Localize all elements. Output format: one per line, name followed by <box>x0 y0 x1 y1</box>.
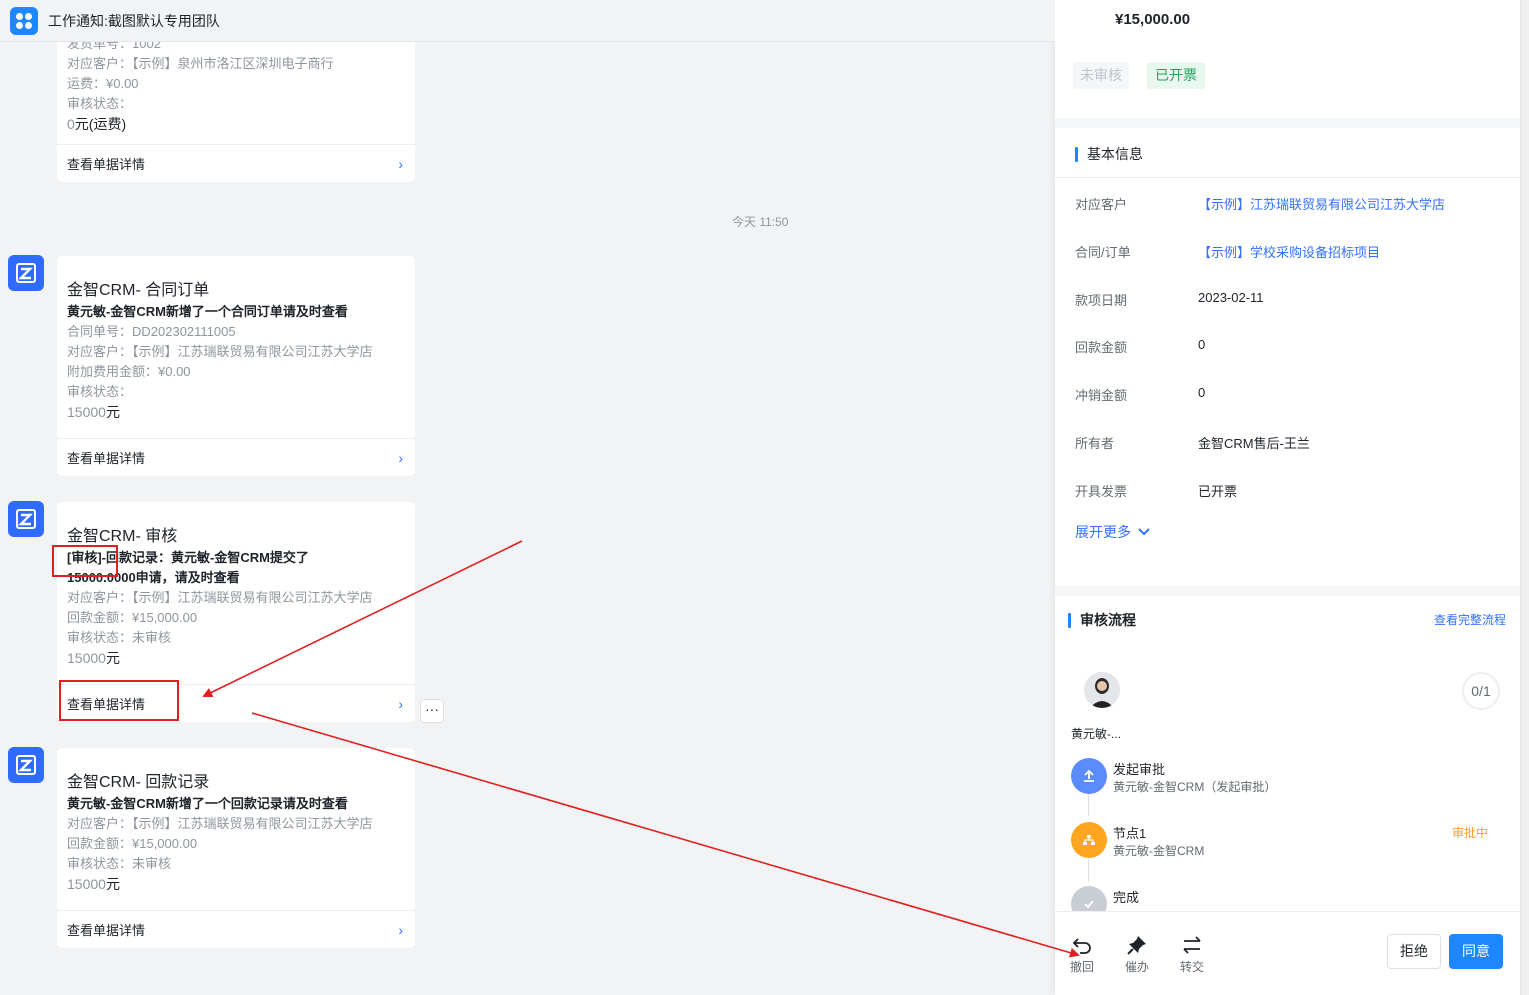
card-row: 对应客户：【示例】江苏瑞联贸易有限公司江苏大学店 <box>67 816 373 831</box>
crm-bot-avatar[interactable] <box>8 255 44 291</box>
view-full-flow-link[interactable]: 查看完整流程 <box>1434 611 1506 628</box>
divider <box>1055 177 1520 178</box>
scrollbar[interactable] <box>1520 0 1529 995</box>
step-initiate-icon <box>1071 758 1107 794</box>
field-value: 2023-02-11 <box>1198 290 1264 305</box>
card-row: 对应客户：【示例】江苏瑞联贸易有限公司江苏大学店 <box>67 344 373 359</box>
undo-icon <box>1072 938 1091 954</box>
view-details-link[interactable]: 查看单据详情 › <box>57 438 415 476</box>
approver-name: 黄元敏-... <box>1071 727 1121 741</box>
card-summary: 黄元敏-金智CRM新增了一个回款记录请及时查看 <box>67 796 348 811</box>
step-connector <box>1088 794 1089 816</box>
step-node-icon <box>1071 822 1107 858</box>
step-subtitle: 黄元敏-金智CRM <box>1113 844 1205 858</box>
field-label: 款项日期 <box>1075 293 1128 308</box>
card-row: 对应客户：【示例】江苏瑞联贸易有限公司江苏大学店 <box>67 590 373 605</box>
step-status-pending: 审批中 <box>1452 826 1489 840</box>
card-amount: 15000元 <box>67 876 120 892</box>
field-label: 回款金额 <box>1075 340 1128 355</box>
chat-header: 工作通知:截图默认专用团队 <box>0 0 1055 42</box>
field-value: 0 <box>1198 385 1206 400</box>
step-subtitle: 黄元敏-金智CRM（发起审批） <box>1113 780 1277 794</box>
annotation-box-review-tag <box>52 545 118 577</box>
chevron-down-icon <box>1138 528 1150 536</box>
card-title: 金智CRM- 合同订单 <box>67 282 210 299</box>
section-title-basic-info: 基本信息 <box>1075 144 1143 164</box>
card-row: 回款金额：¥15,000.00 <box>67 836 198 851</box>
annotation-box-view-details <box>59 680 179 721</box>
expand-more-button[interactable]: 展开更多 <box>1075 522 1151 542</box>
chevron-right-icon: › <box>398 449 403 466</box>
status-badge-invoiced: 已开票 <box>1147 62 1205 89</box>
field-label: 对应客户 <box>1075 197 1128 212</box>
detail-panel: ¥15,000.00 未审核 已开票 基本信息 对应客户 【示例】江苏瑞联贸易有… <box>1055 0 1520 995</box>
field-label: 合同/订单 <box>1075 245 1131 260</box>
card-row: 回款金额：¥15,000.00 <box>67 610 198 625</box>
card-summary: 黄元敏-金智CRM新增了一个合同订单请及时查看 <box>67 304 348 319</box>
section-title-approval-flow: 审核流程 <box>1068 610 1136 630</box>
field-label: 所有者 <box>1075 436 1115 451</box>
transfer-button[interactable]: 转交 <box>1174 934 1210 975</box>
action-bar: 撤回 催办 转交 拒绝 同意 <box>1055 911 1520 995</box>
card-row: 合同单号：DD202302111005 <box>67 324 236 339</box>
card-row: 运费：¥0.00 <box>67 76 139 91</box>
swap-icon <box>1183 936 1201 954</box>
view-details-link[interactable]: 查看单据详情 › <box>57 144 415 182</box>
card-amount: 15000元 <box>67 404 120 420</box>
pin-icon <box>1127 936 1146 955</box>
agree-button[interactable]: 同意 <box>1449 934 1503 969</box>
field-value: 金智CRM售后-王兰 <box>1198 436 1310 451</box>
approval-counter: 0/1 <box>1462 672 1500 710</box>
field-label: 冲销金额 <box>1075 388 1128 403</box>
field-value: 已开票 <box>1198 484 1238 499</box>
card-title: 金智CRM- 审核 <box>67 528 178 545</box>
urge-button[interactable]: 催办 <box>1119 934 1155 975</box>
card-row: 对应客户：【示例】泉州市洛江区深圳电子商行 <box>67 56 334 71</box>
step-title: 节点1 <box>1113 826 1147 841</box>
message-card-shipment: 发货单号：1002 对应客户：【示例】泉州市洛江区深圳电子商行 运费：¥0.00… <box>57 26 415 182</box>
step-connector <box>1088 858 1089 882</box>
message-card-payment-record: 金智CRM- 回款记录 黄元敏-金智CRM新增了一个回款记录请及时查看 对应客户… <box>57 748 415 948</box>
card-row: 审核状态：未审核 <box>67 630 172 645</box>
chevron-right-icon: › <box>398 155 403 172</box>
approver-avatar <box>1084 672 1120 708</box>
step-title: 完成 <box>1113 890 1140 905</box>
payment-amount: ¥15,000.00 <box>1115 11 1191 28</box>
customer-link[interactable]: 【示例】江苏瑞联贸易有限公司江苏大学店 <box>1198 194 1445 213</box>
chevron-right-icon: › <box>398 921 403 938</box>
field-label: 开具发票 <box>1075 484 1128 499</box>
more-options-button[interactable]: ··· <box>420 699 444 723</box>
withdraw-button[interactable]: 撤回 <box>1064 934 1100 975</box>
field-value: 0 <box>1198 337 1206 352</box>
card-row: 审核状态： <box>67 96 133 111</box>
card-title: 金智CRM- 回款记录 <box>67 774 210 791</box>
contract-order-link[interactable]: 【示例】学校采购设备招标项目 <box>1198 242 1380 261</box>
view-details-link[interactable]: 查看单据详情 › <box>57 910 415 948</box>
card-row: 审核状态：未审核 <box>67 856 172 871</box>
chevron-right-icon: › <box>398 695 403 712</box>
chat-title: 工作通知:截图默认专用团队 <box>48 12 220 29</box>
section-gap <box>1055 586 1520 596</box>
crm-bot-avatar[interactable] <box>8 501 44 537</box>
status-badge-unreviewed: 未审核 <box>1073 62 1129 89</box>
step-title: 发起审批 <box>1113 762 1166 777</box>
card-row: 附加费用金额：¥0.00 <box>67 364 191 379</box>
card-amount: 15000元 <box>67 650 120 666</box>
card-amount: 0元(运费) <box>67 116 127 132</box>
section-gap <box>1055 118 1520 128</box>
workspace-app-icon[interactable] <box>10 6 38 35</box>
card-row: 审核状态： <box>67 384 133 399</box>
crm-bot-avatar[interactable] <box>8 747 44 783</box>
reject-button[interactable]: 拒绝 <box>1387 934 1441 969</box>
message-card-contract-order: 金智CRM- 合同订单 黄元敏-金智CRM新增了一个合同订单请及时查看 合同单号… <box>57 256 415 476</box>
